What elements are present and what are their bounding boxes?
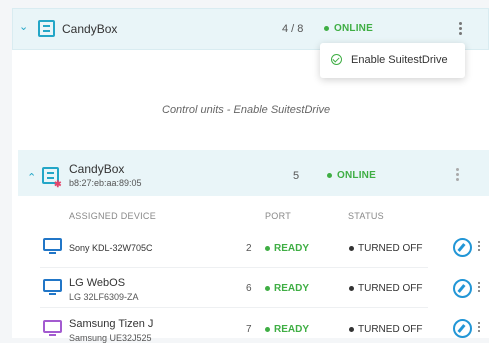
device-port: 7 [246,324,252,335]
check-circle-icon [331,54,342,65]
kebab-menu-icon[interactable] [459,22,463,37]
enable-suitestdrive-option[interactable]: Enable SuitestDrive [351,54,448,66]
power-dot [349,285,354,291]
row-kebab-icon[interactable] [478,322,480,334]
power-status: TURNED OFF [349,243,422,254]
tv-icon [43,320,62,336]
status-text: ONLINE [337,170,376,181]
device-port: 6 [246,283,252,294]
power-status: TURNED OFF [349,324,422,335]
status-online: ONLINE [324,23,373,34]
edit-icon[interactable] [453,319,472,338]
context-menu: Enable SuitestDrive [320,43,465,78]
ready-status: READY [265,283,309,294]
device-count: 4 / 8 [282,23,304,35]
power-status: TURNED OFF [349,283,422,294]
ready-dot [265,245,270,251]
chevron-down-icon[interactable]: ⌄ [19,20,28,33]
row-kebab-icon[interactable] [478,282,480,294]
tv-icon [43,279,62,295]
port-count: 5 [293,170,300,182]
chevron-up-icon[interactable]: ⌄ [27,170,36,183]
unit-mac: b8:27:eb:aa:89:05 [69,178,142,188]
ready-dot [265,285,270,291]
ready-text: READY [274,324,310,335]
power-text: TURNED OFF [358,243,423,254]
ready-status: READY [265,324,309,335]
device-name: Samsung Tizen J [69,318,154,330]
device-name: LG WebOS [69,277,126,289]
header-status: STATUS [348,211,384,221]
header-port: PORT [265,211,292,221]
unit-title: CandyBox [69,162,125,176]
edit-icon[interactable] [453,238,472,257]
candybox-title: CandyBox [62,22,118,36]
device-port: 2 [246,243,252,254]
edit-icon[interactable] [453,279,472,298]
device-name: Sony KDL-32W705C [69,243,153,253]
power-text: TURNED OFF [358,324,423,335]
device-model: LG 32LF6309-ZA [69,292,139,302]
header-assigned-device: ASSIGNED DEVICE [69,211,157,221]
status-dot [327,172,332,178]
power-dot [349,245,354,251]
ready-dot [265,326,270,332]
status-text: ONLINE [334,23,373,34]
ready-status: READY [265,243,309,254]
power-dot [349,326,354,332]
unit-kebab-icon[interactable] [456,168,460,183]
empty-message: Control units - Enable SuitestDrive [162,104,331,116]
tv-icon [43,238,62,254]
unit-status-online: ONLINE [327,170,376,181]
status-dot [324,25,329,31]
ready-text: READY [274,243,310,254]
row-kebab-icon[interactable] [478,241,480,253]
device-model: Samsung UE32J525 [69,333,152,343]
warning-badge-icon: ✱ [54,179,62,189]
ready-text: READY [274,283,310,294]
power-text: TURNED OFF [358,283,423,294]
control-box-icon [38,20,55,37]
